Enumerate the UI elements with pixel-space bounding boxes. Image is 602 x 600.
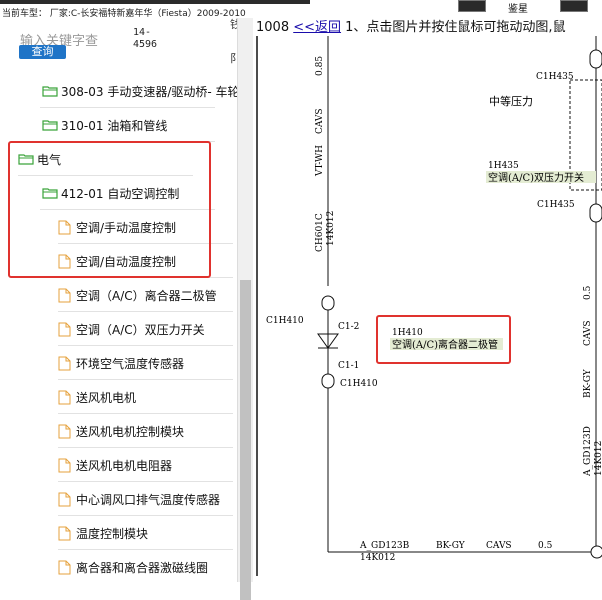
back-link[interactable]: <<返回 — [293, 20, 341, 35]
tree-item-label: 空调（A/C）离合器二极管 — [76, 288, 217, 303]
document-icon — [58, 424, 71, 439]
tree-doc-item[interactable]: 中心调风口排气温度传感器 — [58, 482, 237, 516]
splice-point — [590, 545, 602, 559]
tree-doc-item[interactable]: 送风机电机电阻器 — [58, 448, 237, 482]
current-vehicle: 当前车型： 厂家:C-长安福特新嘉年华（Fiesta）2009-2010 — [2, 9, 246, 18]
right-wire-label-1: 0.5 — [583, 285, 593, 300]
bottom-label-2: 14K012 — [360, 553, 395, 563]
document-icon — [58, 356, 71, 371]
diode-pin-2: C1-2 — [338, 322, 359, 332]
tree-doc-item[interactable]: 送风机电机控制模块 — [58, 414, 237, 448]
tree-doc-item[interactable]: 离合器和离合器激磁线圈 — [58, 550, 237, 582]
document-icon — [58, 390, 71, 405]
right-wire-label-4: A_GD123D — [583, 426, 593, 477]
right-wire-label-5: 14K012 — [594, 441, 602, 476]
toolbar-icon-2[interactable] — [560, 0, 588, 12]
highlight-box — [8, 141, 211, 278]
page-number: 1008 — [256, 20, 290, 35]
switch-code: 1H435 — [488, 161, 519, 171]
tree-item-label: 空调（A/C）双压力开关 — [76, 322, 205, 337]
left-wire-label-3: CH601C — [315, 213, 325, 252]
tree-item-label: 中心调风口排气温度传感器 — [76, 492, 221, 507]
conn-c1h435-top: C1H435 — [536, 72, 574, 82]
tree-doc-item[interactable]: 温度控制模块 — [58, 516, 237, 550]
connector-c1-2 — [321, 295, 335, 311]
conn-c1h435-bottom: C1H435 — [537, 200, 575, 210]
left-wire-label-1: CAVS — [315, 108, 325, 134]
toolbar-icon-label: 鉴星 — [508, 4, 528, 15]
tree-doc-item[interactable]: 空调（A/C）离合器二极管 — [58, 278, 237, 312]
right-wire-label-2: CAVS — [583, 320, 593, 346]
document-icon — [58, 322, 71, 337]
right-wire-label-3: BK-GY — [583, 368, 593, 398]
tree-item-label: 温度控制模块 — [76, 526, 149, 541]
diode-code: 1H410 — [392, 328, 423, 338]
tree-folder-item[interactable]: 310-01 油箱和管线 — [40, 108, 237, 142]
bottom-label-4: CAVS — [486, 541, 512, 551]
code-text: 14- 4596 — [133, 27, 158, 50]
connector-c1h435-bottom — [589, 203, 602, 223]
bottom-label-3: BK-GY — [436, 541, 466, 551]
bottom-label-5: 0.5 — [538, 541, 553, 551]
left-wire-label-4: 14K012 — [326, 211, 336, 246]
top-band — [0, 0, 310, 4]
document-icon — [58, 458, 71, 473]
tree-item-label: 送风机电机 — [76, 390, 137, 405]
scrollbar-thumb[interactable] — [240, 280, 251, 600]
tree-item-label: 310-01 油箱和管线 — [61, 118, 168, 133]
search-button[interactable]: 查询 — [19, 45, 66, 59]
wiring-diagram[interactable]: 0.85 CAVS VT-WH CH601C 14K012 C1H410 C1-… — [256, 36, 602, 582]
tree-item-label: 送风机电机电阻器 — [76, 458, 173, 473]
diagram-header: 1008 <<返回 1、点击图片并按住鼠标可拖动动图,鼠 — [256, 16, 602, 36]
bottom-label-1: A_GD123B — [359, 541, 410, 551]
tree-item-label: 离合器和离合器激磁线圈 — [76, 560, 209, 575]
document-icon — [58, 526, 71, 541]
instruction-text: 1、点击图片并按住鼠标可拖动动图,鼠 — [341, 20, 566, 35]
tree-doc-item[interactable]: 送风机电机 — [58, 380, 237, 414]
tree-item-label: 送风机电机控制模块 — [76, 424, 185, 439]
diode-conn-bottom: C1H410 — [340, 379, 378, 389]
folder-icon — [42, 85, 58, 97]
diode-pin-1: C1-1 — [338, 361, 359, 371]
medium-pressure: 中等压力 — [489, 94, 533, 108]
toolbar-icon-1[interactable] — [458, 0, 486, 12]
document-icon — [58, 560, 71, 575]
tree-folder-item[interactable]: 308-03 手动变速器/驱动桥- 车轮 — [40, 74, 237, 108]
connector-c1-1 — [321, 373, 335, 389]
document-icon — [58, 288, 71, 303]
tree-doc-item[interactable]: 空调（A/C）双压力开关 — [58, 312, 237, 346]
switch-name: 空调(A/C)双压力开关 — [488, 171, 584, 184]
connector-c1h435-top — [589, 49, 602, 69]
document-icon — [58, 492, 71, 507]
tree-item-label: 环境空气温度传感器 — [76, 356, 185, 371]
left-wire-top-label: 0.85 — [315, 56, 325, 76]
tree-doc-item[interactable]: 环境空气温度传感器 — [58, 346, 237, 380]
left-wire-label-2: VT-WH — [315, 145, 325, 177]
search-area: 输入关键字查 查询 14- 4596 钱 阝 — [0, 18, 252, 68]
tree-scrollbar[interactable] — [237, 18, 253, 600]
diode-conn-left: C1H410 — [266, 316, 304, 326]
tree-item-label: 308-03 手动变速器/驱动桥- 车轮 — [61, 84, 237, 99]
folder-icon — [42, 119, 58, 131]
bottom-strip — [256, 576, 602, 582]
diode-name: 空调(A/C)离合器二极管 — [392, 338, 498, 351]
